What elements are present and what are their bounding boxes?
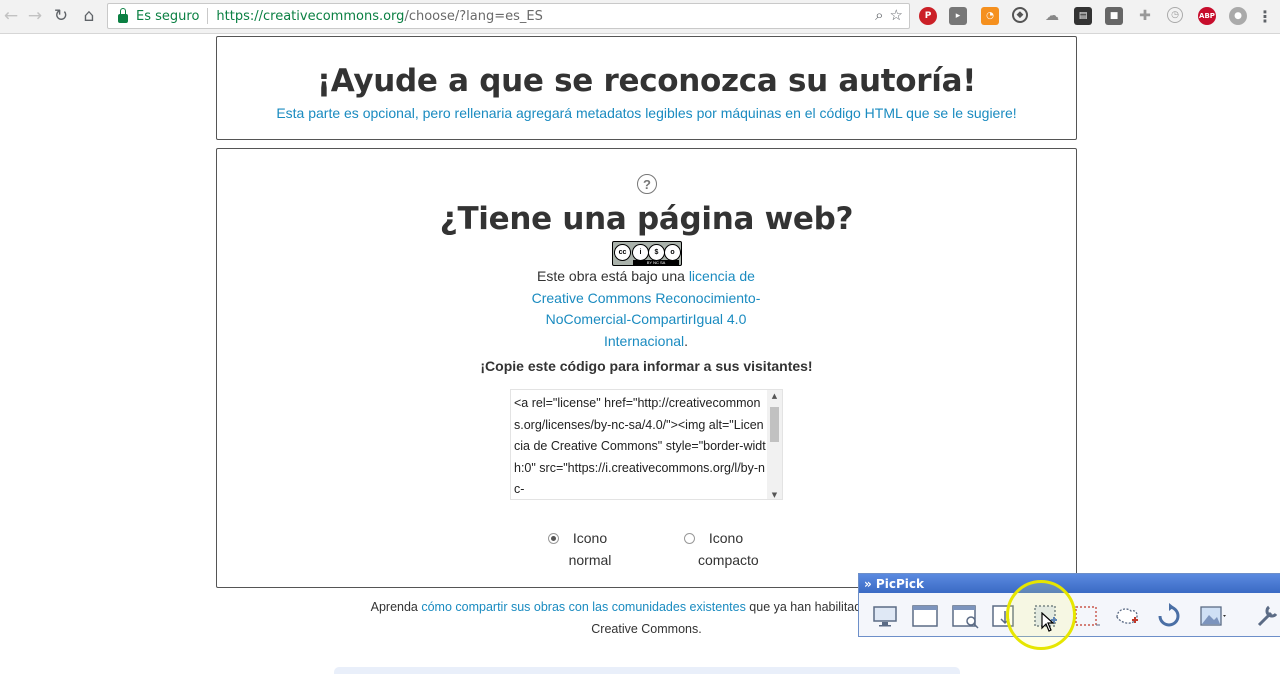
lock-icon bbox=[118, 7, 128, 23]
pinterest-icon[interactable]: P bbox=[919, 7, 937, 25]
forward-icon[interactable]: → bbox=[24, 5, 46, 27]
radio-normal-label[interactable]: Icono normal bbox=[524, 528, 624, 571]
freehand-icon[interactable] bbox=[1111, 602, 1143, 630]
code-scrollbar[interactable]: ▲ ▼ bbox=[767, 390, 782, 499]
browser-toolbar: ← → ↻ ⌂ Es seguro https://creativecommon… bbox=[0, 0, 1280, 34]
image-editor-icon[interactable] bbox=[1197, 602, 1229, 630]
scroll-down-icon[interactable]: ▼ bbox=[767, 489, 782, 499]
nc-icon: $ bbox=[648, 244, 665, 261]
cc-icon: cc bbox=[614, 244, 631, 261]
film-icon[interactable]: ▤ bbox=[1074, 7, 1092, 25]
attribution-subtitle: Esta parte es opcional, pero rellenaria … bbox=[276, 105, 1017, 121]
window-icon[interactable] bbox=[909, 602, 941, 630]
square-icon[interactable]: ■ bbox=[1105, 7, 1123, 25]
screencast-icon[interactable]: ▸ bbox=[949, 7, 967, 25]
radio-normal-option[interactable]: Icono normal bbox=[524, 528, 624, 571]
embed-code-textarea[interactable]: <a rel="license" href="http://creativeco… bbox=[510, 389, 783, 500]
mouse-cursor-icon bbox=[1041, 612, 1055, 632]
clock-icon[interactable]: ◷ bbox=[1167, 7, 1183, 23]
radio-compact[interactable] bbox=[684, 533, 695, 544]
radio-compact-label[interactable]: Icono compacto bbox=[660, 528, 760, 571]
scroll-up-icon[interactable]: ▲ bbox=[767, 390, 782, 402]
scroll-window-icon[interactable] bbox=[949, 602, 981, 630]
settings-icon[interactable] bbox=[1251, 602, 1280, 630]
secure-label: Es seguro bbox=[136, 8, 200, 24]
cc-license-badge[interactable]: cc i $ o BY NC SA bbox=[612, 241, 682, 266]
sa-icon: o bbox=[664, 244, 681, 261]
address-bar[interactable]: Es seguro https://creativecommons.org/ch… bbox=[107, 3, 910, 29]
attribution-panel: ¡Ayude a que se reconozca su autoría! Es… bbox=[216, 36, 1077, 140]
home-icon[interactable]: ⌂ bbox=[78, 5, 100, 27]
scroll-thumb[interactable] bbox=[770, 407, 779, 442]
radio-compact-option[interactable]: Icono compacto bbox=[660, 528, 760, 571]
monitor-icon[interactable] bbox=[869, 602, 901, 630]
url-host: https://creativecommons.org bbox=[216, 8, 405, 24]
abp-icon[interactable]: ABP bbox=[1198, 7, 1216, 25]
website-panel: ? ¿Tiene una página web? cc i $ o BY NC … bbox=[216, 148, 1077, 588]
copy-code-label: ¡Copie este código para informar a sus v… bbox=[480, 358, 813, 374]
website-title: ¿Tiene una página web? bbox=[439, 201, 854, 237]
picpick-title[interactable]: » PicPick bbox=[859, 574, 1280, 593]
badge-strip: BY NC SA bbox=[633, 260, 679, 265]
url-path: /choose/?lang=es_ES bbox=[404, 8, 543, 24]
zoom-icon[interactable]: ⌕ bbox=[875, 6, 883, 24]
back-icon[interactable]: ← bbox=[0, 5, 22, 27]
bottom-panel-edge bbox=[334, 667, 960, 674]
ext-icon[interactable]: ◆ bbox=[1012, 7, 1028, 23]
cloud-icon[interactable]: ☁ bbox=[1043, 7, 1061, 25]
repeat-icon[interactable] bbox=[1153, 602, 1185, 630]
ext-gray-icon[interactable]: ● bbox=[1229, 7, 1247, 25]
share-communities-link[interactable]: cómo compartir sus obras con las comunid… bbox=[421, 600, 745, 614]
embed-code[interactable]: <a rel="license" href="http://creativeco… bbox=[514, 393, 766, 499]
reload-icon[interactable]: ↻ bbox=[50, 5, 72, 27]
license-statement: Este obra está bajo una licencia de Crea… bbox=[531, 268, 761, 349]
menu-icon[interactable]: ⋮ bbox=[1256, 7, 1274, 26]
help-icon[interactable]: ? bbox=[637, 174, 657, 194]
puzzle-icon[interactable]: ✚ bbox=[1136, 7, 1154, 25]
bookmark-star-icon[interactable]: ☆ bbox=[890, 6, 903, 24]
by-icon: i bbox=[632, 244, 649, 261]
rss-icon[interactable]: ◔ bbox=[981, 7, 999, 25]
radio-normal[interactable] bbox=[548, 533, 559, 544]
attribution-title: ¡Ayude a que se reconozca su autoría! bbox=[316, 63, 977, 99]
